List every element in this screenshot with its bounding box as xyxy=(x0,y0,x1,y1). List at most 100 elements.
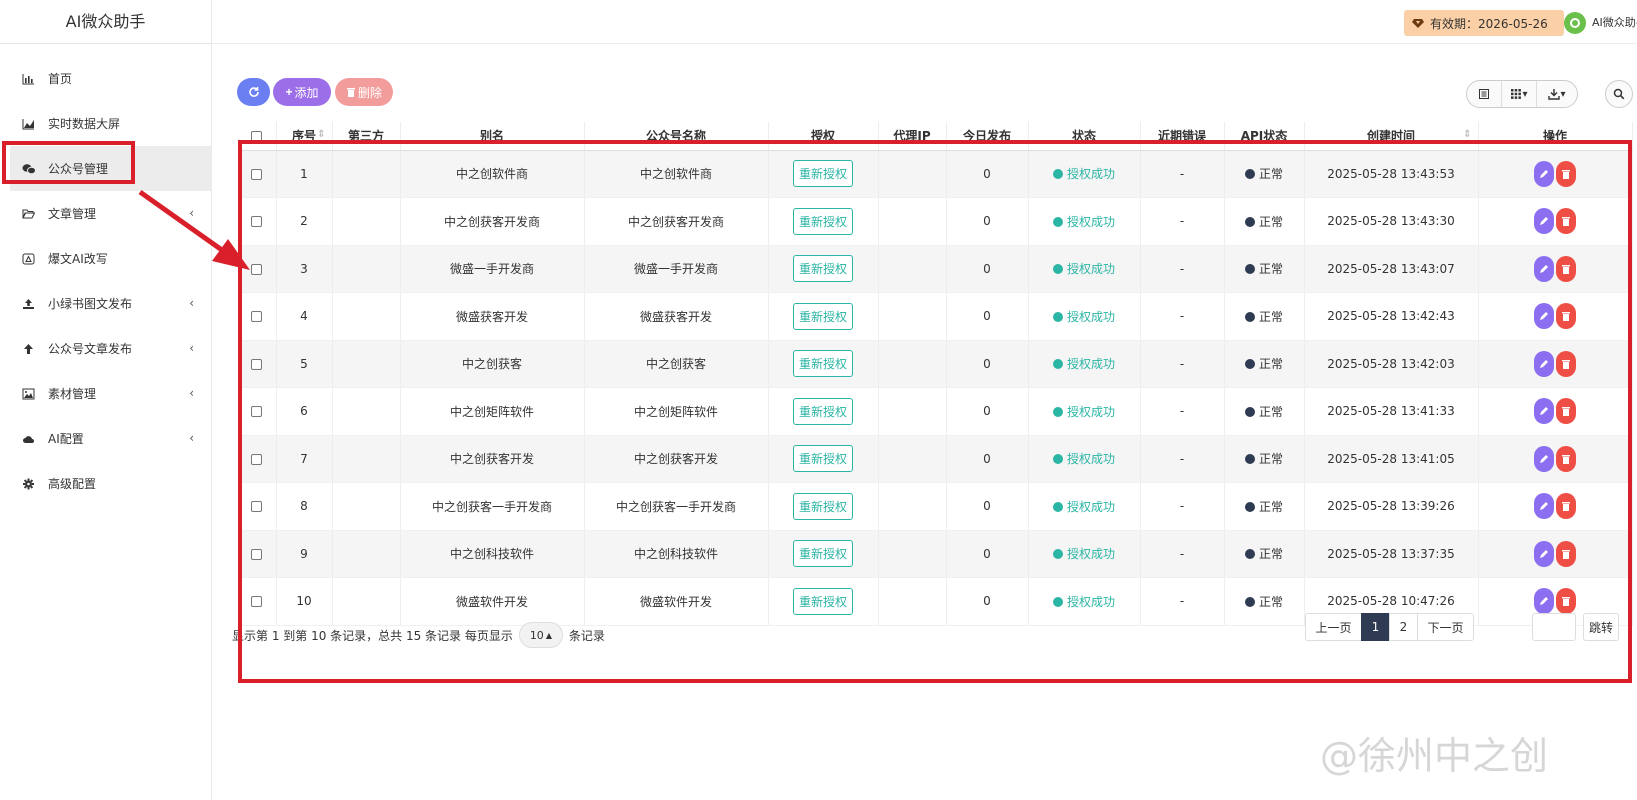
reauthorize-button[interactable]: 重新授权 xyxy=(792,445,853,473)
api-status-label: 正常 xyxy=(1258,404,1283,419)
sidebar-item-1[interactable]: 实时数据大屏 xyxy=(10,101,212,146)
delete-row-button[interactable] xyxy=(1556,398,1576,425)
annotation-box-sidebar xyxy=(2,141,135,184)
reauthorize-button[interactable]: 重新授权 xyxy=(792,540,853,568)
page-2-button[interactable]: 2 xyxy=(1389,613,1418,641)
col-index[interactable]: 序号 xyxy=(276,122,333,151)
col-actions: 操作 xyxy=(1478,122,1633,151)
row-checkbox[interactable] xyxy=(251,501,263,513)
jump-button[interactable]: 跳转 xyxy=(1583,613,1619,641)
row-select-cell xyxy=(238,197,277,246)
columns-button[interactable]: ▾ xyxy=(1502,81,1537,107)
delete-row-button[interactable] xyxy=(1556,540,1576,567)
row-checkbox[interactable] xyxy=(251,453,263,465)
jump-page-input[interactable] xyxy=(1532,613,1576,641)
sidebar-item-4[interactable]: 爆文AI改写 xyxy=(10,236,212,281)
edit-button[interactable] xyxy=(1534,255,1554,282)
row-checkbox[interactable] xyxy=(251,263,263,275)
cell-today-publish: 0 xyxy=(946,292,1029,341)
edit-button[interactable] xyxy=(1534,160,1554,187)
cell-api-status: 正常 xyxy=(1224,435,1305,483)
row-checkbox[interactable] xyxy=(251,311,263,323)
cell-api-status: 正常 xyxy=(1224,482,1305,531)
toggle-view-button[interactable] xyxy=(1467,81,1502,107)
sidebar-item-0[interactable]: 首页 xyxy=(10,56,212,101)
reauthorize-button[interactable]: 重新授权 xyxy=(792,207,853,235)
row-checkbox[interactable] xyxy=(251,216,263,228)
delete-row-button[interactable] xyxy=(1556,303,1576,330)
select-all-checkbox[interactable] xyxy=(251,130,263,142)
cell-created-time: 2025-05-28 13:43:07 xyxy=(1304,245,1479,293)
sidebar-item-3[interactable]: 文章管理 ‹ xyxy=(10,191,212,236)
cell-third-party xyxy=(332,387,401,436)
row-select-cell xyxy=(238,530,277,578)
cell-actions xyxy=(1478,150,1633,198)
sidebar-item-9[interactable]: 高级配置 xyxy=(10,461,212,506)
delete-row-button[interactable] xyxy=(1556,588,1576,615)
reauthorize-button[interactable]: 重新授权 xyxy=(792,302,853,330)
delete-row-button[interactable] xyxy=(1556,445,1576,472)
status-label: 授权成功 xyxy=(1066,357,1115,372)
edit-button[interactable] xyxy=(1534,588,1554,615)
sidebar-item-8[interactable]: AI配置 ‹ xyxy=(10,416,212,461)
row-checkbox[interactable] xyxy=(251,596,263,608)
reauthorize-button[interactable]: 重新授权 xyxy=(792,492,853,520)
delete-row-button[interactable] xyxy=(1556,255,1576,282)
add-button[interactable]: + 添加 xyxy=(273,78,331,106)
page-1-button[interactable]: 1 xyxy=(1361,613,1390,641)
col-created-time[interactable]: 创建时间 xyxy=(1304,122,1479,151)
edit-button[interactable] xyxy=(1534,303,1554,330)
cell-api-status: 正常 xyxy=(1224,197,1305,246)
edit-button[interactable] xyxy=(1534,493,1554,520)
status-label: 授权成功 xyxy=(1066,309,1115,324)
search-button[interactable] xyxy=(1605,80,1633,108)
edit-button[interactable] xyxy=(1534,540,1554,567)
trash-icon xyxy=(1562,502,1570,512)
reauthorize-button[interactable]: 重新授权 xyxy=(792,160,853,188)
api-status-dot-icon xyxy=(1244,359,1255,370)
cell-index: 7 xyxy=(276,435,333,483)
row-checkbox[interactable] xyxy=(251,406,263,418)
reauthorize-button[interactable]: 重新授权 xyxy=(792,587,853,615)
trash-icon xyxy=(346,88,355,97)
sidebar-item-5[interactable]: 小绿书图文发布 ‹ xyxy=(10,281,212,326)
row-checkbox[interactable] xyxy=(251,548,263,560)
cell-authorize: 重新授权 xyxy=(768,340,879,388)
user-avatar[interactable] xyxy=(1564,12,1586,34)
sidebar-item-7[interactable]: 素材管理 ‹ xyxy=(10,371,212,416)
row-checkbox[interactable] xyxy=(251,358,263,370)
delete-row-button[interactable] xyxy=(1556,350,1576,377)
delete-row-button[interactable] xyxy=(1556,493,1576,520)
edit-button[interactable] xyxy=(1534,445,1554,472)
refresh-button[interactable] xyxy=(237,78,270,106)
delete-row-button[interactable] xyxy=(1556,160,1576,187)
api-status-label: 正常 xyxy=(1258,214,1283,229)
trash-icon xyxy=(1562,169,1570,179)
delete-row-button[interactable] xyxy=(1556,208,1576,235)
edit-button[interactable] xyxy=(1534,208,1554,235)
pencil-icon xyxy=(1540,264,1548,273)
reauthorize-button[interactable]: 重新授权 xyxy=(792,255,853,283)
edit-button[interactable] xyxy=(1534,350,1554,377)
sidebar-item-6[interactable]: 公众号文章发布 ‹ xyxy=(10,326,212,371)
expiry-label: 有效期：2026-05-26 xyxy=(1430,16,1548,31)
status-dot-icon xyxy=(1052,549,1063,560)
delete-button[interactable]: 删除 xyxy=(335,78,393,106)
cell-account-name: 中之创获客开发 xyxy=(584,435,769,483)
page-size-select[interactable]: 10 ▲ xyxy=(518,622,563,648)
cell-created-time: 2025-05-28 13:37:35 xyxy=(1304,530,1479,578)
user-name[interactable]: AI微众助手 xyxy=(1592,14,1637,30)
cloud-icon xyxy=(22,433,48,445)
trash-icon xyxy=(1562,407,1570,417)
reauthorize-button[interactable]: 重新授权 xyxy=(792,350,853,378)
next-page-button[interactable]: 下一页 xyxy=(1417,613,1474,641)
export-button[interactable]: ▾ xyxy=(1537,81,1577,107)
cell-api-status: 正常 xyxy=(1224,292,1305,341)
cell-index: 4 xyxy=(276,292,333,341)
row-checkbox[interactable] xyxy=(251,168,263,180)
edit-button[interactable] xyxy=(1534,398,1554,425)
col-third-party: 第三方 xyxy=(332,122,401,151)
reauthorize-button[interactable]: 重新授权 xyxy=(792,397,853,425)
prev-page-button[interactable]: 上一页 xyxy=(1305,613,1362,641)
area-chart-icon xyxy=(22,118,48,130)
